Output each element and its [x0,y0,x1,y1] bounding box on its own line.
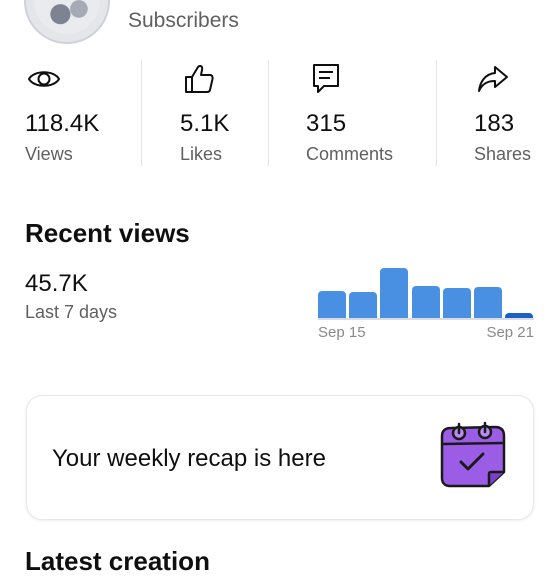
stat-label: Views [25,144,73,164]
stat-value: 315 [306,110,347,137]
subscribers-label: Subscribers [128,9,239,32]
stat-label: Shares [474,144,532,164]
chart-tick-start: Sep 15 [318,324,366,341]
stat-value: 118.4K [25,110,100,137]
chart-bar [349,292,378,318]
recap-text: Your weekly recap is here [52,445,326,472]
recent-views-title: Recent views [25,218,190,248]
chart-baseline [318,318,534,320]
stat-views[interactable]: 118.4K Views [25,62,125,172]
recent-views-value: 45.7K [25,270,88,297]
weekly-recap-card[interactable]: Your weekly recap is here [26,395,534,520]
stat-divider [268,60,269,166]
stat-shares[interactable]: 183 Shares [474,62,554,172]
share-icon [478,66,508,92]
calendar-check-icon [440,421,506,488]
chart-bar [474,286,502,318]
latest-creation-title: Latest creation [25,546,210,576]
stat-value: 5.1K [180,110,230,137]
thumbs-up-icon [185,65,214,93]
stat-label: Comments [306,144,394,164]
chart-bar [442,288,471,318]
chart-bar [411,285,440,318]
chart-bar [380,267,409,318]
comment-icon [313,64,339,93]
channel-avatar[interactable] [24,0,110,44]
stat-label: Likes [180,144,223,164]
chart-tick-end: Sep 21 [486,324,534,341]
recent-views-chart[interactable]: Sep 15 Sep 21 [310,260,540,350]
stat-value: 183 [474,110,515,137]
eye-icon [27,71,61,87]
avatar-image [34,0,100,34]
stat-likes[interactable]: 5.1K Likes [180,62,260,172]
chart-bar [318,290,346,318]
stat-divider [436,60,437,166]
chart-bar [505,313,534,318]
stat-divider [141,60,142,166]
recent-views-period: Last 7 days [25,302,118,322]
stat-comments[interactable]: 315 Comments [306,62,426,172]
